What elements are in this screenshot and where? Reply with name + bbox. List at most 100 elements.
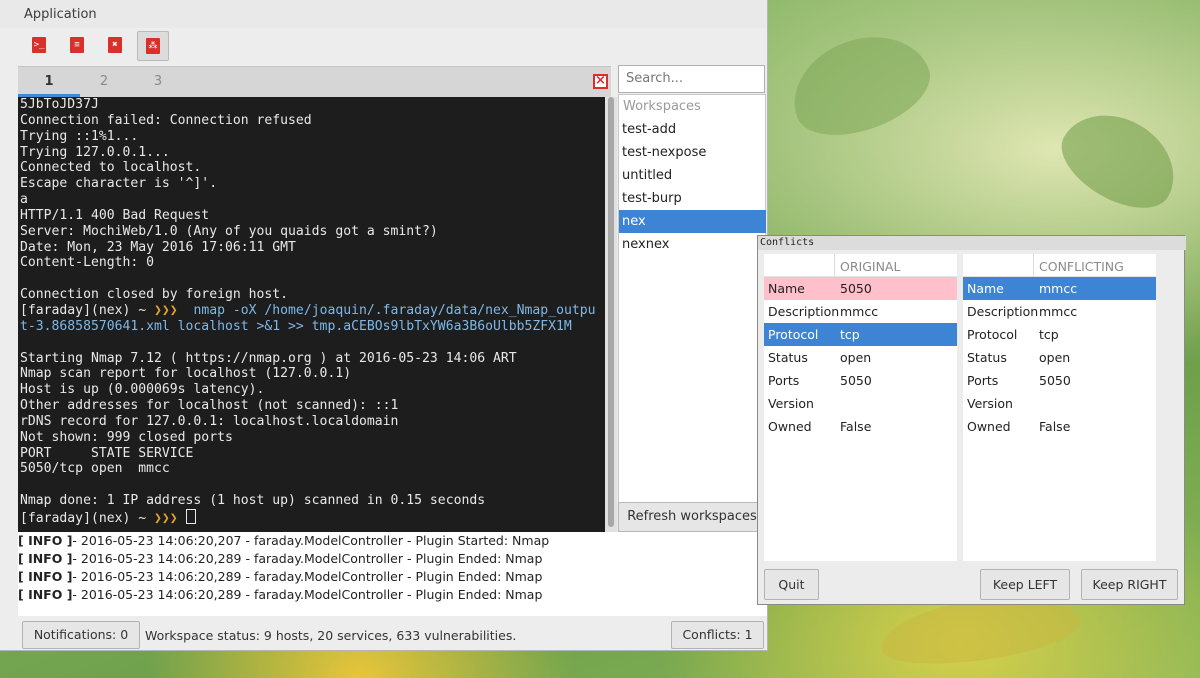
terminal-icon: >_ xyxy=(32,37,46,53)
property-row[interactable]: Ports 5050 xyxy=(963,369,1156,392)
property-value: mmcc xyxy=(1039,281,1078,296)
log-line: [ INFO ]- 2016-05-23 14:06:20,207 - fara… xyxy=(18,532,549,550)
terminal-line: Content-Length: 0 xyxy=(20,255,155,271)
property-key: Description xyxy=(768,304,840,319)
wallpaper-leaf xyxy=(1048,95,1192,225)
report-button[interactable]: ≡ xyxy=(62,31,92,59)
property-value: False xyxy=(1039,419,1071,434)
property-row[interactable]: Status open xyxy=(764,346,957,369)
tab-2[interactable]: 2 xyxy=(73,67,135,97)
log-text: - 2016-05-23 14:06:20,289 - faraday.Mode… xyxy=(72,569,543,584)
terminal-line: Nmap scan report for localhost (127.0.0.… xyxy=(20,366,352,382)
terminal-tab-bar: 1 2 3 × xyxy=(18,66,611,98)
property-row[interactable]: Description mmcc xyxy=(963,300,1156,323)
terminal-line: Trying 127.0.0.1... xyxy=(20,144,170,160)
prompt-arrows: ❯❯❯ xyxy=(154,510,178,526)
terminal-line: Server: MochiWeb/1.0 (Any of you quaids … xyxy=(20,223,438,239)
notifications-button[interactable]: Notifications: 0 xyxy=(22,621,140,649)
conflict-button[interactable]: ✖ xyxy=(100,31,130,59)
terminal-line: 5050/tcp open mmcc xyxy=(20,461,170,477)
workspace-item[interactable]: untitled xyxy=(619,164,766,187)
property-row[interactable]: Owned False xyxy=(963,415,1156,438)
terminal-line: Nmap done: 1 IP address (1 host up) scan… xyxy=(20,493,486,509)
terminal-scrollbar[interactable] xyxy=(605,97,617,532)
property-key: Ports xyxy=(768,373,800,388)
tab-3[interactable]: 3 xyxy=(127,67,189,97)
property-value: mmcc xyxy=(1039,304,1078,319)
conflicts-dialog: Conflicts ORIGINAL Name 5050 Description m… xyxy=(757,235,1186,605)
terminal-line: Starting Nmap 7.12 ( https://nmap.org ) … xyxy=(20,350,517,366)
workspace-list: Workspaces test-add test-nexpose untitle… xyxy=(618,94,766,532)
property-value: False xyxy=(840,419,872,434)
property-value: open xyxy=(1039,350,1071,365)
wallpaper-leaf xyxy=(778,18,942,152)
log-tag: [ INFO ] xyxy=(18,587,73,602)
property-key: Protocol xyxy=(768,327,819,342)
report-icon: ≡ xyxy=(70,37,84,53)
conflicting-header: CONFLICTING xyxy=(1039,259,1124,274)
quit-button[interactable]: Quit xyxy=(764,569,819,600)
property-value: open xyxy=(840,350,872,365)
property-row[interactable]: Owned False xyxy=(764,415,957,438)
plugin-button[interactable]: ⁂ xyxy=(137,31,169,61)
terminal-output: 5JbToJD37J Connection failed: Connection… xyxy=(20,97,596,527)
terminal-cursor xyxy=(185,508,196,524)
property-row[interactable]: Version xyxy=(963,392,1156,415)
log-panel: [ INFO ] - 2016-05-23 14:06:20,207 - fara… xyxy=(18,532,767,616)
terminal-line: Date: Mon, 23 May 2016 17:06:11 GMT xyxy=(20,239,296,255)
log-line: [ INFO ]- 2016-05-23 14:06:20,289 - fara… xyxy=(18,586,542,604)
property-key: Protocol xyxy=(967,327,1018,342)
workspace-item[interactable]: nexnex xyxy=(619,233,766,256)
conflict-icon: ✖ xyxy=(108,37,122,53)
refresh-workspaces-button[interactable]: Refresh workspaces xyxy=(618,502,766,532)
application-window: Application >_ ≡ ✖ ⁂ 1 2 3 × 5JbToJD37J … xyxy=(0,0,768,651)
scrollbar-thumb[interactable] xyxy=(608,97,614,527)
prompt-text: [faraday](nex) ~ xyxy=(20,302,155,318)
property-key: Version xyxy=(768,396,814,411)
command-text-continued: t-3.86858570641.xml localhost >&1 >> tmp… xyxy=(20,318,572,334)
tab-1[interactable]: 1 xyxy=(18,67,80,97)
property-key: Name xyxy=(768,281,805,296)
property-row[interactable]: Ports 5050 xyxy=(764,369,957,392)
property-value: 5050 xyxy=(840,281,872,296)
property-row-selected[interactable]: Protocol tcp xyxy=(764,323,957,346)
terminal-line: Trying ::1%1... xyxy=(20,128,139,144)
keep-left-button[interactable]: Keep LEFT xyxy=(980,569,1070,600)
property-row-selected[interactable]: Name mmcc xyxy=(963,277,1156,300)
workspace-status: Workspace status: 9 hosts, 20 services, … xyxy=(145,628,517,643)
terminal-line: Host is up (0.000069s latency). xyxy=(20,382,265,398)
workspace-item[interactable]: test-nexpose xyxy=(619,141,766,164)
property-value: 5050 xyxy=(1039,373,1071,388)
conflicting-pane: CONFLICTING Name mmcc Description mmcc Pro… xyxy=(963,254,1156,561)
property-row[interactable]: Protocol tcp xyxy=(963,323,1156,346)
property-key: Name xyxy=(967,281,1004,296)
workspace-item-selected[interactable]: nex xyxy=(619,210,766,233)
log-tag: [ INFO ] xyxy=(18,569,73,584)
property-row[interactable]: Version xyxy=(764,392,957,415)
property-key: Description xyxy=(967,304,1039,319)
log-text: - 2016-05-23 14:06:20,289 - faraday.Mode… xyxy=(72,551,543,566)
property-row-conflict[interactable]: Name 5050 xyxy=(764,277,957,300)
close-tab-icon[interactable]: × xyxy=(593,74,608,89)
terminal-button[interactable]: >_ xyxy=(24,31,54,59)
conflicts-button[interactable]: Conflicts: 1 xyxy=(671,621,764,649)
property-key: Ports xyxy=(967,373,999,388)
log-line: [ INFO ]- 2016-05-23 14:06:20,289 - fara… xyxy=(18,550,542,568)
title-bar: Application xyxy=(0,0,767,28)
keep-right-button[interactable]: Keep RIGHT xyxy=(1081,569,1178,600)
workspace-item[interactable]: test-burp xyxy=(619,187,766,210)
log-text: - 2016-05-23 14:06:20,207 - faraday.Mode… xyxy=(72,533,550,548)
terminal-line: Connection failed: Connection refused xyxy=(20,112,312,128)
terminal[interactable]: 5JbToJD37J Connection failed: Connection… xyxy=(18,97,605,532)
terminal-line: rDNS record for 127.0.0.1: localhost.loc… xyxy=(20,413,399,429)
property-key: Version xyxy=(967,396,1013,411)
log-line: [ INFO ]- 2016-05-23 14:06:20,289 - fara… xyxy=(18,568,542,586)
terminal-line: Not shown: 999 closed ports xyxy=(20,429,233,445)
property-key: Owned xyxy=(768,419,812,434)
workspace-item[interactable]: test-add xyxy=(619,118,766,141)
command-text: nmap -oX /home/joaquin/.faraday/data/nex… xyxy=(193,302,596,318)
workspace-search-input[interactable]: Search... xyxy=(618,65,765,93)
property-row[interactable]: Status open xyxy=(963,346,1156,369)
prompt-text: [faraday](nex) ~ xyxy=(20,510,155,526)
property-row[interactable]: Description mmcc xyxy=(764,300,957,323)
